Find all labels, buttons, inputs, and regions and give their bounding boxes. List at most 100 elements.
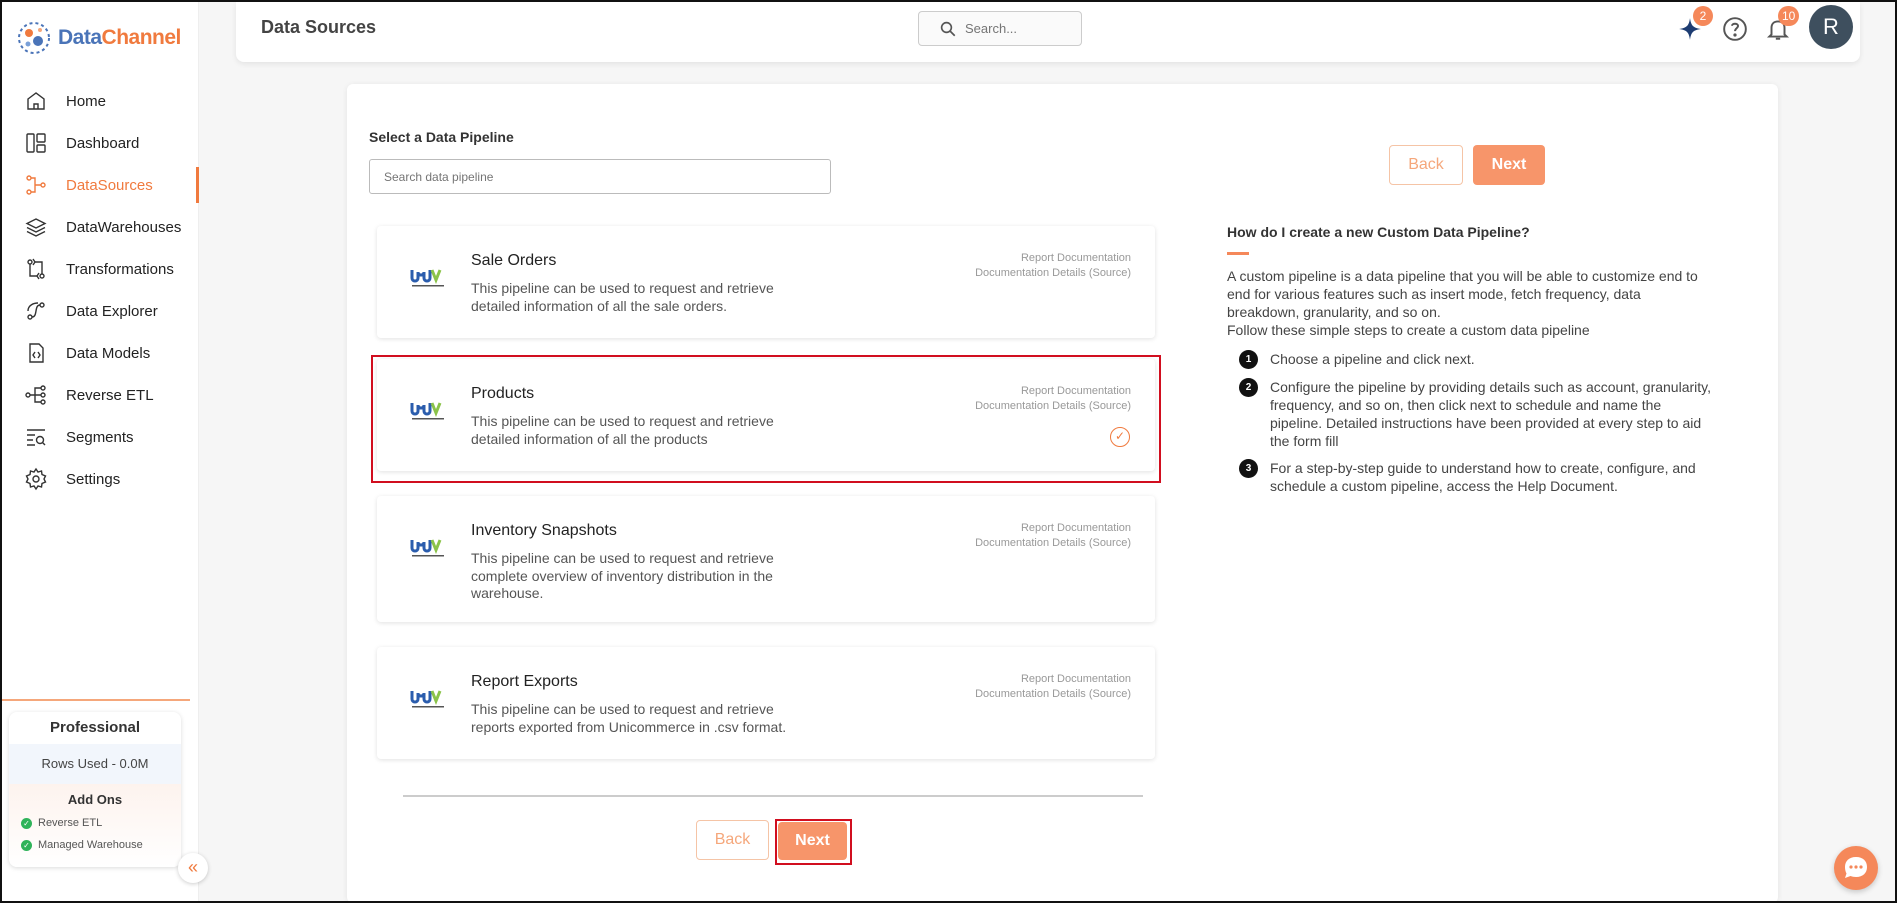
notification-badge: 10 — [1778, 6, 1800, 26]
top-header: Data Sources 2 10 R — [236, 2, 1860, 62]
documentation-details-link[interactable]: Documentation Details (Source) — [975, 399, 1131, 414]
logo[interactable]: DataChannel — [16, 20, 181, 56]
logo-text: DataChannel — [58, 26, 181, 49]
sidebar-item-dashboard[interactable]: Dashboard — [2, 122, 199, 164]
sidebar-item-label: Reverse ETL — [66, 386, 154, 404]
pipeline-links: Report Documentation Documentation Detai… — [975, 384, 1131, 414]
pipeline-selection-card: Select a Data Pipeline Back Next Sale Or… — [347, 84, 1778, 903]
pipeline-name: Sale Orders — [471, 252, 557, 269]
pipeline-name: Products — [471, 385, 535, 402]
sidebar-item-label: DataWarehouses — [66, 218, 182, 236]
home-icon — [27, 92, 45, 110]
back-button-top[interactable]: Back — [1389, 145, 1463, 185]
sidebar-item-data-explorer[interactable]: Data Explorer — [2, 290, 199, 332]
addon-item: ✓ Managed Warehouse — [9, 834, 181, 856]
plan-card: Professional Rows Used - 0.0M Add Ons ✓ R… — [9, 712, 181, 867]
addon-item: ✓ Reverse ETL — [9, 812, 181, 834]
sidebar-item-datasources[interactable]: DataSources — [2, 164, 199, 206]
pipeline-card-report-exports[interactable]: Report Exports This pipeline can be used… — [377, 647, 1155, 759]
plan-name: Professional — [49, 719, 141, 736]
sidebar-item-label: Segments — [66, 428, 134, 446]
step-number: 2 — [1239, 378, 1258, 397]
gear-icon — [25, 467, 47, 491]
divider — [403, 795, 1143, 797]
pipeline-description: This pipeline can be used to request and… — [471, 280, 774, 314]
report-documentation-link[interactable]: Report Documentation — [975, 672, 1131, 687]
sidebar-item-label: Dashboard — [66, 134, 140, 152]
documentation-details-link[interactable]: Documentation Details (Source) — [975, 536, 1131, 551]
dashboard-icon — [26, 133, 46, 153]
segments-icon — [27, 429, 46, 446]
plan-divider — [2, 699, 190, 701]
help-title: How do I create a new Custom Data Pipeli… — [1227, 224, 1530, 240]
step-number: 3 — [1239, 459, 1258, 478]
addons-section: Add Ons ✓ Reverse ETL ✓ Managed Warehouse — [9, 784, 181, 867]
addon-label: Reverse ETL — [38, 817, 103, 829]
chat-bubble-icon — [1845, 857, 1867, 878]
help-panel: How do I create a new Custom Data Pipeli… — [1227, 224, 1727, 504]
sidebar-item-label: Settings — [66, 470, 121, 488]
sidebar-item-reverse-etl[interactable]: Reverse ETL — [2, 374, 199, 416]
sidebar-item-label: DataSources — [66, 176, 153, 194]
pipeline-links: Report Documentation Documentation Detai… — [975, 672, 1131, 702]
sidebar-item-datawarehouses[interactable]: DataWarehouses — [2, 206, 199, 248]
documentation-details-link[interactable]: Documentation Details (Source) — [975, 266, 1131, 281]
chat-button[interactable] — [1834, 846, 1878, 890]
sidebar-item-transformations[interactable]: Transformations — [2, 248, 199, 290]
report-documentation-link[interactable]: Report Documentation — [975, 521, 1131, 536]
selected-check-icon: ✓ — [1110, 427, 1130, 447]
pipeline-card-sale-orders[interactable]: Sale Orders This pipeline can be used to… — [377, 226, 1155, 338]
sidebar: DataChannel Home Dashboard DataSources D… — [2, 2, 199, 901]
back-button-bottom[interactable]: Back — [696, 820, 769, 860]
sidebar-item-data-models[interactable]: Data Models — [2, 332, 199, 374]
unicommerce-logo-icon — [410, 690, 444, 708]
addons-title: Add Ons — [67, 792, 123, 807]
search-icon — [940, 21, 956, 36]
step-text: Configure the pipeline by providing deta… — [1270, 379, 1711, 449]
addon-label: Managed Warehouse — [38, 839, 143, 851]
rows-used: Rows Used - 0.0M — [9, 744, 181, 784]
help-steps: 1 Choose a pipeline and click next. 2 Conf… — [1227, 350, 1727, 495]
step-text: For a step-by-step guide to understand h… — [1270, 460, 1696, 494]
check-circle-icon: ✓ — [21, 817, 32, 829]
pipeline-name: Inventory Snapshots — [471, 522, 617, 539]
help-step: 3 For a step-by-step guide to understand … — [1239, 459, 1714, 495]
sidebar-item-segments[interactable]: Segments — [2, 416, 199, 458]
next-button-top[interactable]: Next — [1473, 145, 1545, 185]
global-search[interactable] — [918, 11, 1082, 46]
sidebar-item-label: Transformations — [66, 260, 174, 278]
pipeline-description: This pipeline can be used to request and… — [471, 550, 774, 601]
datachannel-logo-icon — [18, 22, 50, 54]
pipeline-name: Report Exports — [471, 673, 578, 690]
search-input[interactable] — [965, 21, 1075, 36]
sidebar-item-settings[interactable]: Settings — [2, 458, 199, 500]
help-intro-2: Follow these simple steps to create a cu… — [1227, 322, 1590, 338]
help-title-underline — [1227, 252, 1249, 255]
help-intro: A custom pipeline is a data pipeline tha… — [1227, 268, 1698, 320]
report-documentation-link[interactable]: Report Documentation — [975, 251, 1131, 266]
pipeline-description: This pipeline can be used to request and… — [471, 413, 774, 447]
transform-icon — [27, 258, 45, 280]
report-documentation-link[interactable]: Report Documentation — [975, 384, 1131, 399]
pipeline-links: Report Documentation Documentation Detai… — [975, 251, 1131, 281]
avatar[interactable]: R — [1809, 5, 1853, 49]
collapse-sidebar-button[interactable]: « — [178, 853, 208, 883]
unicommerce-logo-icon — [410, 402, 444, 420]
pipeline-card-products[interactable]: Products This pipeline can be used to re… — [377, 359, 1155, 471]
next-button-bottom[interactable]: Next — [778, 822, 847, 860]
step-number: 1 — [1239, 350, 1258, 369]
pipeline-links: Report Documentation Documentation Detai… — [975, 521, 1131, 551]
step-text: Choose a pipeline and click next. — [1270, 351, 1475, 367]
pipeline-search-input[interactable] — [369, 159, 831, 194]
help-icon[interactable] — [1722, 16, 1748, 42]
datasources-icon — [26, 175, 46, 195]
explorer-icon — [27, 302, 45, 320]
help-step: 2 Configure the pipeline by providing det… — [1239, 378, 1714, 450]
sparkle-badge: 2 — [1693, 6, 1713, 26]
sidebar-nav: Home Dashboard DataSources DataWarehouse… — [2, 80, 199, 500]
data-models-icon — [29, 343, 44, 363]
documentation-details-link[interactable]: Documentation Details (Source) — [975, 687, 1131, 702]
sidebar-item-home[interactable]: Home — [2, 80, 199, 122]
help-step: 1 Choose a pipeline and click next. — [1239, 350, 1714, 369]
pipeline-card-inventory-snapshots[interactable]: Inventory Snapshots This pipeline can be… — [377, 496, 1155, 622]
